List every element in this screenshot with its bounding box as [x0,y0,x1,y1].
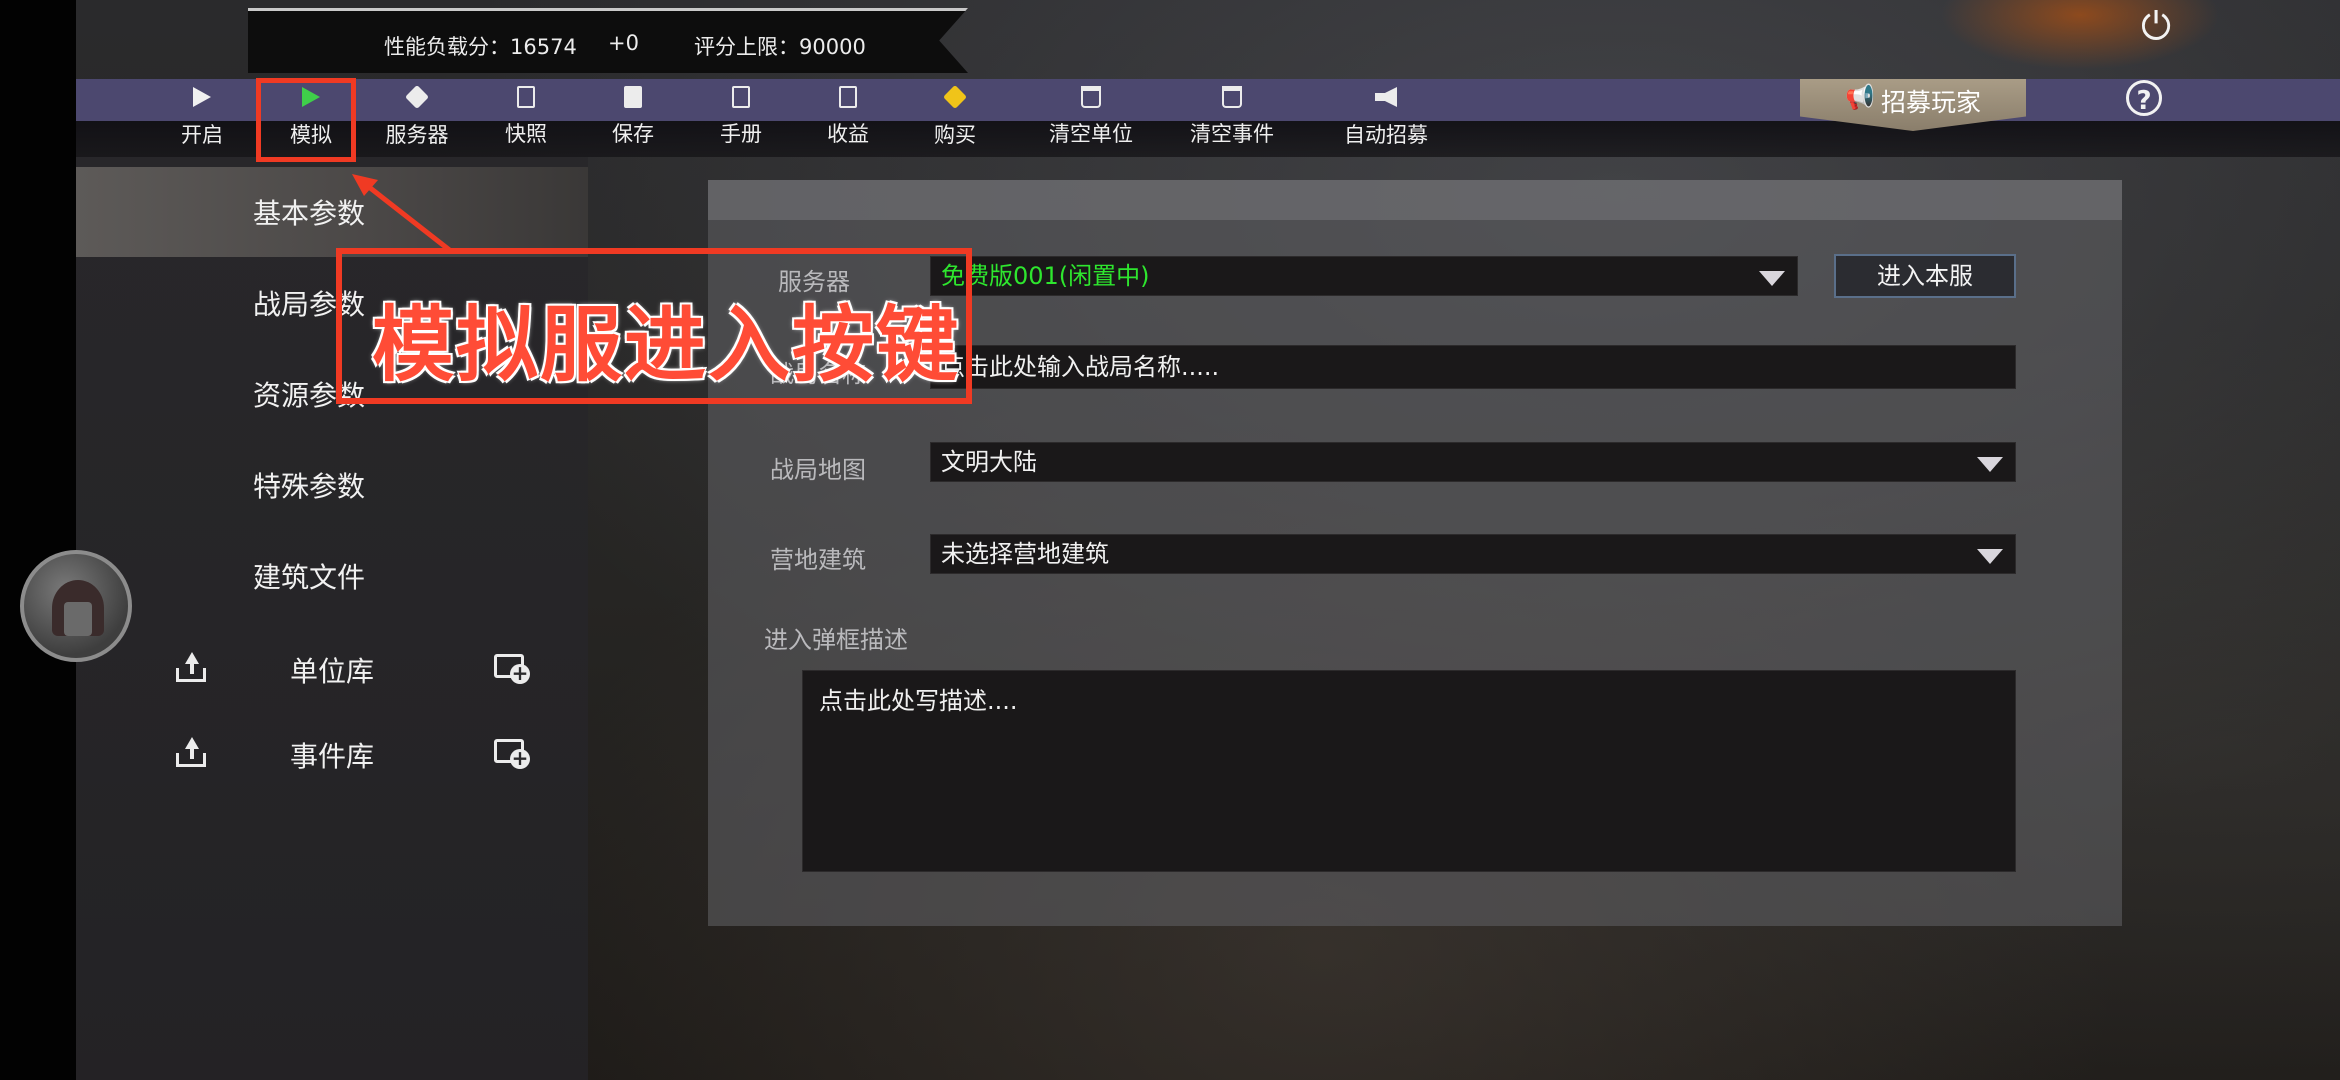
sidebar-item-building-files[interactable]: 建筑文件 [76,531,588,621]
server-value: 免费版001(闲置中) [941,262,1150,290]
camp-building-label: 营地建筑 [770,546,866,574]
power-icon[interactable]: ⏻ [2136,6,2176,46]
toolbar-save-button[interactable]: 保存 [578,84,688,148]
megaphone-icon: 📢 [1845,83,1875,111]
sidebar-item-basic-params[interactable]: 基本参数 [76,167,588,257]
edit-icon [728,86,754,112]
event-library-row: 事件库 + [76,723,588,783]
chevron-down-icon [1977,549,2003,564]
toolbar-label: 自动招募 [1344,123,1428,147]
toolbar-label: 购买 [934,123,976,147]
perf-load-text: 性能负载分：16574 [384,35,577,59]
helmet-float-icon[interactable] [20,550,132,662]
recruit-label: 招募玩家 [1880,88,1981,117]
edit-icon [835,86,861,112]
toolbar-buy-button[interactable]: 购买 [900,84,1010,149]
camp-building-value: 未选择营地建筑 [941,540,1109,568]
sidebar-item-special-params[interactable]: 特殊参数 [76,440,588,530]
chevron-down-icon [1977,457,2003,472]
toolbar-label: 快照 [505,122,547,146]
chevron-down-icon [1759,271,1785,286]
toolbar-label: 收益 [827,122,869,146]
server-select[interactable]: 免费版001(闲置中) [930,256,1798,296]
add-folder-icon[interactable]: + [494,650,530,684]
toolbar-start-button[interactable]: 开启 [147,84,257,149]
edit-icon [513,86,539,112]
stats-bar: 性能负载分：16574 +0 评分上限：90000 [248,8,968,73]
toolbar-label: 服务器 [385,123,449,147]
cube-yellow-icon [942,84,968,113]
toolbar-label: 清空事件 [1190,122,1274,146]
score-cap-text: 评分上限：90000 [694,35,866,59]
perf-delta-text: +0 [608,31,639,55]
annotation-highlight-simulate [256,78,356,162]
play-icon [189,87,215,113]
popup-description-label: 进入弹框描述 [764,626,908,654]
toolbar-snapshot-button[interactable]: 快照 [471,84,581,148]
toolbar-clear-units-button[interactable]: 清空单位 [1036,84,1146,148]
popup-description-textarea[interactable]: 点击此处写描述.... [802,670,2016,872]
screen-edge [0,0,76,1080]
toolbar-label: 清空单位 [1049,122,1133,146]
battle-map-select[interactable]: 文明大陆 [930,442,2016,482]
camp-building-select[interactable]: 未选择营地建筑 [930,534,2016,574]
toolbar-manual-button[interactable]: 手册 [686,84,796,148]
annotation-text: 模拟服进入按键 [372,298,961,393]
document-icon [620,86,646,112]
sidebar-item-label: 建筑文件 [252,561,365,594]
popup-description-placeholder: 点击此处写描述.... [819,687,1018,715]
toolbar-label: 开启 [181,123,223,147]
form-panel-header [708,180,2122,220]
battle-map-label: 战局地图 [770,456,866,484]
unit-library-row: 单位库 + [76,638,588,698]
battle-map-value: 文明大陆 [941,448,1037,476]
toolbar-revenue-button[interactable]: 收益 [793,84,903,148]
toolbar-label: 保存 [612,122,654,146]
battle-name-input[interactable]: 点击此处输入战局名称..... [930,345,2016,389]
help-icon[interactable]: ? [2126,80,2162,116]
toolbar-server-button[interactable]: 服务器 [362,84,472,149]
toolbar-label: 手册 [720,122,762,146]
add-folder-icon[interactable]: + [494,735,530,769]
battle-name-placeholder: 点击此处输入战局名称..... [941,353,1220,381]
toolbar-clear-events-button[interactable]: 清空事件 [1177,84,1287,148]
sidebar-item-label: 特殊参数 [252,470,365,503]
toolbar-auto-recruit-button[interactable]: 自动招募 [1331,84,1441,149]
cube-icon [404,84,430,113]
trash-icon [1078,86,1104,112]
trash-icon [1219,86,1245,112]
enter-server-button[interactable]: 进入本服 [1834,254,2016,298]
megaphone-icon [1373,87,1399,113]
